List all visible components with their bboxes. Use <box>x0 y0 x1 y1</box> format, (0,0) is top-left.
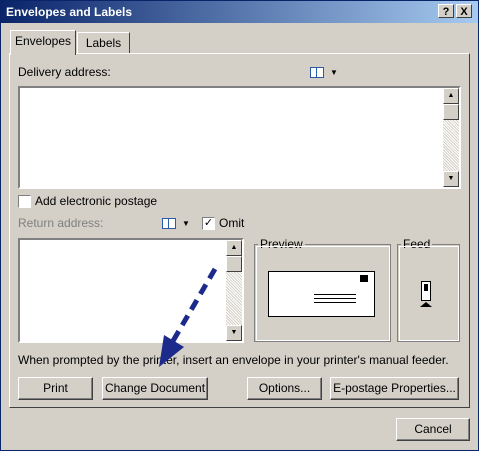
tab-envelopes-label: Envelopes <box>14 34 72 48</box>
tab-envelopes[interactable]: Envelopes <box>10 30 76 55</box>
arrow-shaft <box>170 267 218 343</box>
annotation-arrow <box>159 267 218 367</box>
arrow-head <box>159 335 184 367</box>
envelopes-labels-dialog: Envelopes and Labels ? X Envelopes Label… <box>0 0 479 451</box>
